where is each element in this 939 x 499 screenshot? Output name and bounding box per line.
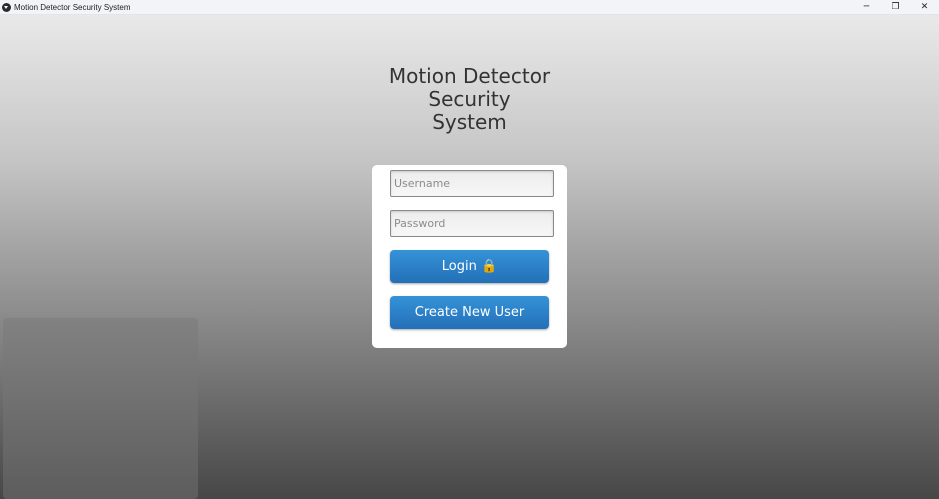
window-controls: ─ ❐ ✕	[852, 0, 939, 14]
app-title-line: Motion Detector	[388, 64, 551, 88]
username-input[interactable]	[390, 170, 554, 197]
login-button[interactable]: Login 🔒	[390, 250, 549, 283]
create-new-user-button[interactable]: Create New User	[390, 296, 549, 329]
password-input[interactable]	[390, 210, 554, 237]
window-title: Motion Detector Security System	[14, 2, 131, 12]
minimize-icon[interactable]: ─	[852, 0, 881, 14]
restore-icon[interactable]: ❐	[881, 0, 910, 14]
window-titlebar: Motion Detector Security System ─ ❐ ✕	[0, 0, 939, 15]
app-title: Motion Detector Security System	[370, 65, 569, 134]
app-content: Motion Detector Security System Login 🔒 …	[0, 15, 939, 499]
close-icon[interactable]: ✕	[910, 0, 939, 14]
app-title-line: System	[432, 110, 507, 134]
login-card: Login 🔒 Create New User	[372, 165, 567, 348]
video-preview-panel	[3, 318, 198, 499]
app-icon	[2, 2, 11, 12]
app-title-line: Security	[428, 87, 511, 111]
